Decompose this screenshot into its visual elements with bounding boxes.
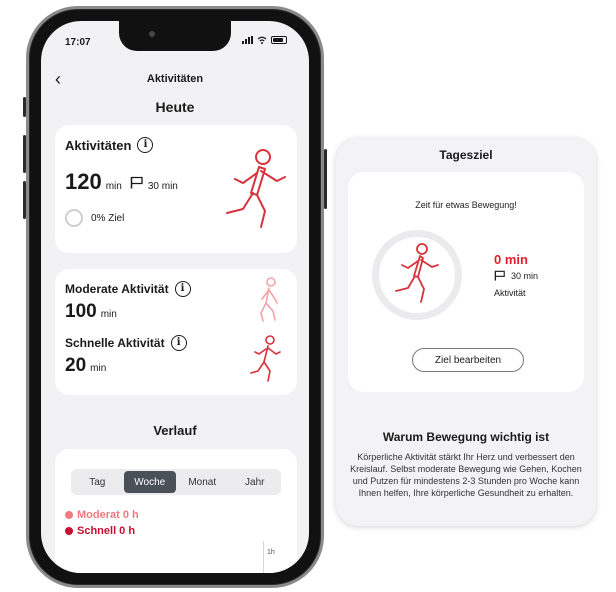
goal-progress-text: 0% Ziel <box>91 212 125 224</box>
activities-header: Aktivitäten i <box>65 137 154 153</box>
runner-icon <box>250 335 281 382</box>
power-button <box>324 149 327 209</box>
volume-down-button <box>23 181 26 219</box>
runner-icon <box>226 149 286 228</box>
fast-unit: min <box>90 363 107 374</box>
goal-current-value: 0 min <box>494 252 528 267</box>
battery-icon <box>271 36 287 44</box>
walker-icon <box>260 277 278 322</box>
daily-goal-panel: Tagesziel Zeit für etwas Bewegung! 0 min… <box>336 138 596 526</box>
tab-year[interactable]: Jahr <box>229 469 282 495</box>
info-icon[interactable]: i <box>170 335 187 351</box>
goal-card: Zeit für etwas Bewegung! 0 min 30 min Ak… <box>348 172 584 392</box>
legend-dot-icon <box>65 511 73 519</box>
moderate-header: Moderate Aktivität i <box>65 281 191 297</box>
panel-title: Tagesziel <box>439 148 493 162</box>
activities-goal: 30 min <box>147 181 178 192</box>
legend-moderate: Moderat 0 h <box>65 509 139 521</box>
period-segmented-control[interactable]: Tag Woche Monat Jahr <box>71 469 281 495</box>
edit-goal-button[interactable]: Ziel bearbeiten <box>412 348 524 372</box>
flag-icon <box>494 270 505 281</box>
legend-fast: Schnell 0 h <box>65 525 135 537</box>
intensity-card[interactable]: Moderate Aktivität i 100 min Schnelle Ak… <box>55 269 297 395</box>
goal-caption: Aktivität <box>494 288 526 298</box>
activities-label: Aktivitäten <box>65 137 132 153</box>
moderate-value: 100 <box>65 301 97 322</box>
history-card: Tag Woche Monat Jahr Moderat 0 h Schnell… <box>55 449 297 573</box>
phone-frame: 17:07 ‹ Aktivitäten Heute Aktivitäten i … <box>23 6 327 588</box>
volume-up-button <box>23 135 26 173</box>
moderate-unit: min <box>100 309 117 320</box>
status-icons <box>242 36 287 44</box>
signal-icon <box>242 36 253 44</box>
goal-target-value: 30 min <box>511 270 539 281</box>
flag-icon <box>130 176 143 189</box>
activities-value-row: 120 min 30 min <box>65 169 178 195</box>
activities-card[interactable]: Aktivitäten i 120 min 30 min 0% Ziel <box>55 125 297 253</box>
info-icon[interactable]: i <box>137 137 154 153</box>
fast-value-row: 20 min <box>65 355 106 377</box>
moderate-label: Moderate Aktivität <box>65 282 169 296</box>
goal-target-row: 30 min <box>494 270 538 281</box>
moderate-value-row: 100 min <box>65 301 117 323</box>
notch <box>119 21 231 51</box>
info-icon[interactable]: i <box>174 281 191 297</box>
goal-prompt: Zeit für etwas Bewegung! <box>415 200 517 210</box>
chart-axis-label: 1h <box>267 549 275 556</box>
camera-icon <box>149 31 155 37</box>
fast-label: Schnelle Aktivität <box>65 336 165 350</box>
runner-icon <box>395 243 439 303</box>
silent-switch <box>23 97 26 117</box>
activities-value: 120 <box>65 169 102 194</box>
fast-value: 20 <box>65 355 87 376</box>
goal-progress-row: 0% Ziel <box>65 209 124 227</box>
tab-day[interactable]: Tag <box>71 469 124 495</box>
chart-gridline <box>263 541 264 573</box>
phone-screen: 17:07 ‹ Aktivitäten Heute Aktivitäten i … <box>41 21 309 573</box>
why-text: Körperliche Aktivität stärkt Ihr Herz un… <box>350 452 582 498</box>
wifi-icon <box>257 36 267 44</box>
tab-month[interactable]: Monat <box>176 469 229 495</box>
progress-ring-icon <box>65 209 83 227</box>
legend-dot-icon <box>65 527 73 535</box>
nav-title: Aktivitäten <box>146 73 204 85</box>
legend-moderate-label: Moderat 0 h <box>77 509 139 521</box>
history-heading: Verlauf <box>153 423 197 438</box>
legend-fast-label: Schnell 0 h <box>77 525 136 537</box>
status-time: 17:07 <box>65 37 91 48</box>
today-heading: Heute <box>155 99 195 115</box>
fast-header: Schnelle Aktivität i <box>65 335 187 351</box>
tab-week[interactable]: Woche <box>123 471 176 493</box>
activities-unit: min <box>105 181 122 192</box>
why-title: Warum Bewegung wichtig ist <box>382 430 550 444</box>
